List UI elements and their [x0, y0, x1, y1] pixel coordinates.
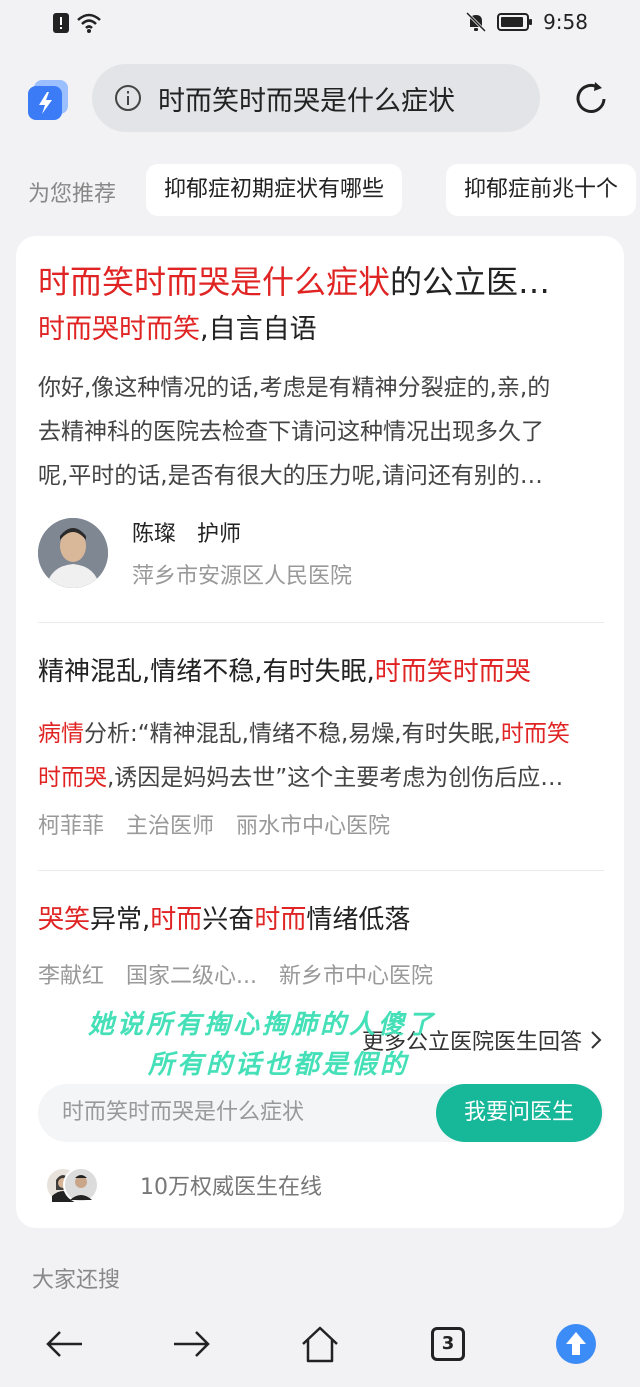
doctor-avatar[interactable] [38, 518, 108, 588]
recommend-label: 为您推荐 [28, 182, 117, 207]
ask-doctor-button[interactable]: 我要问医生 [436, 1084, 602, 1142]
chevron-right-icon [591, 1031, 602, 1049]
search-query[interactable]: 时而笑时而哭是什么症状 [158, 79, 455, 118]
up-arrow-icon [556, 1324, 596, 1364]
doctor-name[interactable]: 陈璨 护师 [132, 516, 241, 548]
upload-button[interactable] [554, 1322, 598, 1366]
address-row: 时而笑时而哭是什么症状 [0, 62, 640, 136]
info-icon[interactable] [114, 84, 142, 112]
result-snippet[interactable]: 你好,像这种情况的话,考虑是有精神分裂症的,亲,的 去精神科的医院去检查下请问这… [38, 366, 604, 498]
divider [38, 622, 604, 623]
result-title[interactable]: 哭笑异常,时而兴奋时而情绪低落 [38, 900, 410, 940]
home-button[interactable] [298, 1322, 342, 1366]
app-logo-icon[interactable] [28, 80, 70, 122]
search-bar[interactable]: 时而笑时而哭是什么症状 [92, 64, 540, 132]
result-meta: 李献红 国家二级心... 新乡市中心医院 [38, 964, 434, 989]
recommend-chip[interactable]: 抑郁症前兆十个 [446, 164, 637, 216]
online-count: 10万权威医生在线 [140, 1175, 322, 1200]
overlay-text: 所有的话也都是假的 [148, 1050, 410, 1080]
battery-icon [497, 13, 533, 31]
result-title[interactable]: 精神混乱,情绪不稳,有时失眠,时而笑时而哭 [38, 652, 531, 692]
arrow-right-icon [174, 1331, 210, 1357]
result-subtitle[interactable]: 时而哭时而笑,自言自语 [38, 310, 317, 350]
divider [38, 870, 604, 871]
mute-bell-icon [466, 11, 487, 33]
arrow-left-icon [46, 1331, 82, 1357]
overlay-text: 她说所有掏心掏肺的人傻了 [88, 1010, 437, 1040]
recommend-chip[interactable]: 抑郁症初期症状有哪些 [146, 164, 403, 216]
result-title[interactable]: 时而笑时而哭是什么症状的公立医… [38, 260, 598, 304]
forward-button[interactable] [170, 1322, 214, 1366]
tab-count: 3 [431, 1327, 465, 1361]
doctor-avatars-icon [45, 1167, 99, 1203]
back-button[interactable] [42, 1322, 86, 1366]
doctor-hospital: 萍乡市安源区人民医院 [132, 564, 353, 589]
home-icon [302, 1326, 338, 1363]
wifi-icon [77, 13, 101, 33]
recommend-row: 为您推荐 抑郁症初期症状有哪些 抑郁症前兆十个 [0, 164, 640, 216]
status-time: 9:58 [543, 10, 588, 34]
status-bar: 9:58 [0, 0, 640, 48]
result-snippet[interactable]: 病情分析:“精神混乱,情绪不稳,易燥,有时失眠,时而笑 时而哭,诱因是妈妈去世”… [38, 712, 604, 800]
alert-icon [53, 13, 69, 33]
refresh-icon[interactable] [570, 78, 612, 120]
tabs-button[interactable]: 3 [426, 1322, 470, 1366]
result-meta: 柯菲菲 主治医师 丽水市中心医院 [38, 814, 391, 839]
answer-card: 时而笑时而哭是什么症状的公立医… 时而哭时而笑,自言自语 你好,像这种情况的话,… [16, 236, 624, 1228]
online-doctors: 10万权威医生在线 [44, 1166, 322, 1204]
bottom-navbar: 3 [0, 1300, 640, 1387]
also-search-heading: 大家还搜 [32, 1268, 121, 1293]
